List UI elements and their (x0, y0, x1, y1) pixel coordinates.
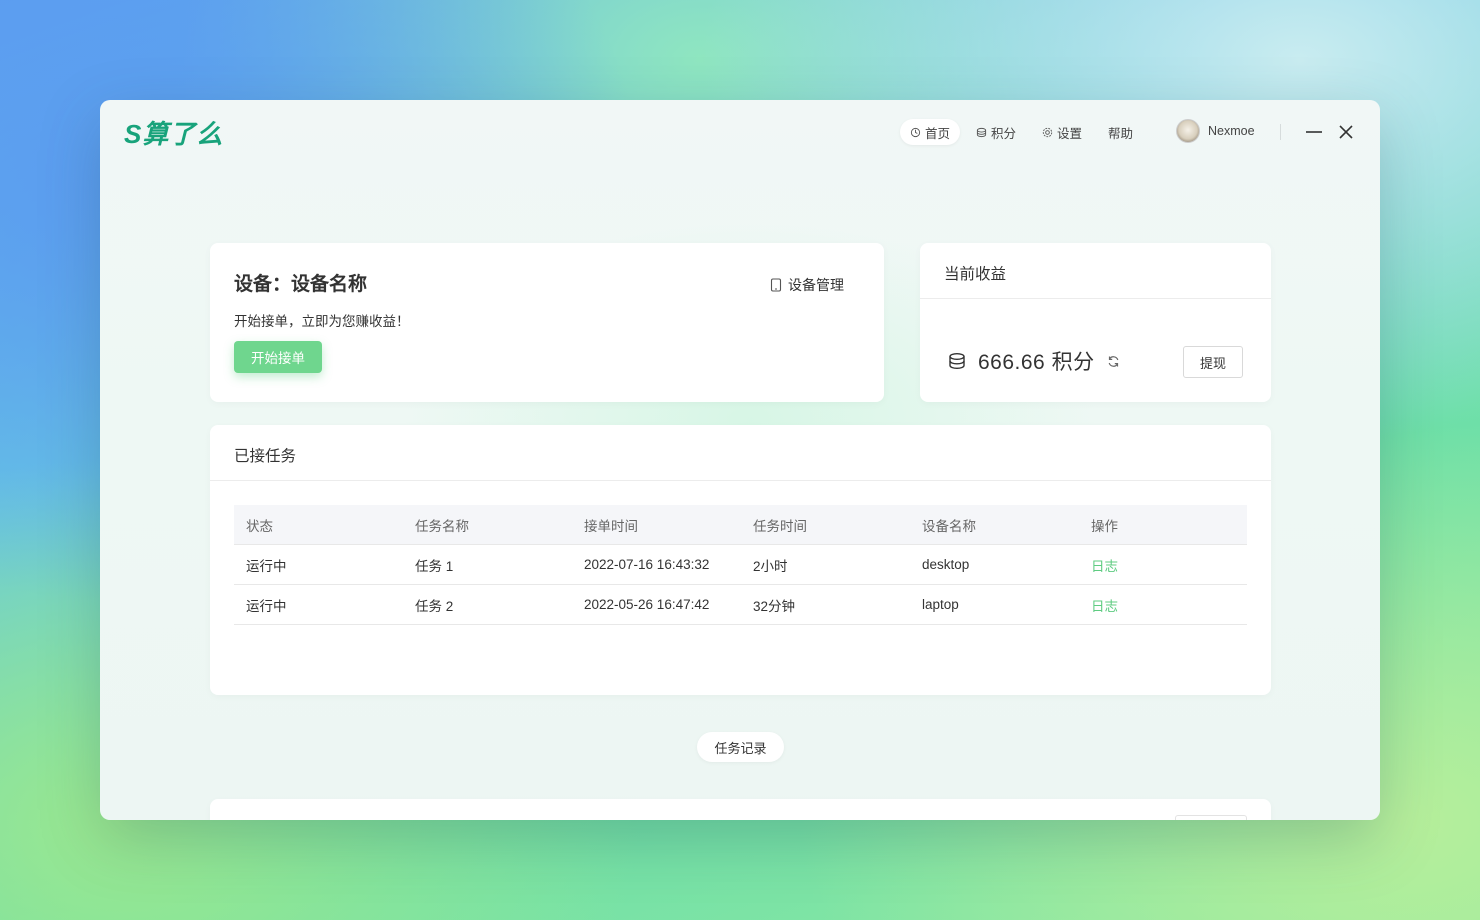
gear-icon (1042, 127, 1053, 137)
cell-device: laptop (910, 584, 1079, 625)
cell-action: 日志 (1079, 584, 1247, 625)
cell-action: 日志 (1079, 544, 1247, 585)
device-subtitle: 开始接单，立即为您赚收益！ (234, 314, 410, 329)
task-history-button[interactable]: 任务记录 (697, 732, 784, 762)
cell-task-name: 任务 1 (403, 544, 572, 585)
logo-text: S算了么 (124, 118, 224, 149)
home-icon (910, 127, 921, 137)
user-name: Nexmoe (1208, 124, 1255, 138)
earnings-card-header: 当前收益 (920, 243, 1271, 299)
device-manage-label: 设备管理 (788, 277, 844, 293)
app-logo[interactable]: S算了么 (124, 116, 224, 149)
cell-duration: 32分钟 (741, 584, 910, 625)
column-header-duration: 任务时间 (741, 505, 910, 545)
nav-item-home[interactable]: 首页 (900, 119, 961, 145)
cell-accepted-at: 2022-07-16 16:43:32 (572, 544, 741, 585)
nav-item-help[interactable]: 帮助 (1098, 119, 1143, 145)
minimize-icon[interactable] (1304, 122, 1324, 142)
column-header-action: 操作 (1079, 505, 1247, 545)
cell-status: 运行中 (234, 544, 403, 585)
tasks-card-header: 已接任务 (210, 425, 1271, 481)
table-header-row: 状态 任务名称 接单时间 任务时间 设备名称 操作 (234, 505, 1247, 545)
log-link[interactable]: 日志 (1091, 599, 1118, 614)
cell-task-name: 任务 2 (403, 584, 572, 625)
device-card: 设备：设备名称 设备管理 开始接单，立即为您赚收益！ 开始接单 (210, 243, 884, 402)
nav-label-help: 帮助 (1108, 126, 1134, 141)
header-divider (1280, 124, 1281, 140)
nav-label-home: 首页 (925, 126, 951, 141)
earnings-value: 666.66 积分 (978, 351, 1095, 374)
refresh-icon[interactable] (1107, 355, 1120, 368)
tasks-title: 已接任务 (234, 448, 297, 465)
start-order-button[interactable]: 开始接单 (234, 341, 322, 373)
partial-button[interactable] (1175, 815, 1247, 820)
column-header-task-name: 任务名称 (403, 505, 572, 545)
coins-icon (949, 353, 965, 370)
close-icon[interactable] (1336, 122, 1356, 142)
cell-device: desktop (910, 544, 1079, 585)
earnings-title: 当前收益 (944, 266, 1007, 283)
log-link[interactable]: 日志 (1091, 559, 1118, 574)
nav-label-settings: 设置 (1057, 126, 1083, 141)
device-manage-button[interactable]: 设备管理 (770, 275, 844, 295)
user-menu[interactable]: Nexmoe (1176, 119, 1255, 143)
next-card-partial (210, 799, 1271, 820)
earnings-card: 当前收益 666.66 积分 提现 (920, 243, 1271, 402)
cell-duration: 2小时 (741, 544, 910, 585)
table-row: 运行中 任务 2 2022-05-26 16:47:42 32分钟 laptop… (234, 584, 1247, 625)
tasks-table: 状态 任务名称 接单时间 任务时间 设备名称 操作 运行中 任务 1 2022-… (234, 505, 1247, 625)
coins-icon (976, 127, 987, 137)
app-window: S算了么 首页 积分 设置 帮助 Nexmoe 设备：设备名称 设备管理 开始接… (100, 100, 1380, 820)
top-nav: 首页 积分 设置 帮助 (900, 119, 1143, 145)
nav-item-points[interactable]: 积分 (966, 119, 1026, 145)
device-title: 设备：设备名称 (234, 274, 368, 295)
table-row: 运行中 任务 1 2022-07-16 16:43:32 2小时 desktop… (234, 544, 1247, 585)
tablet-icon (770, 278, 782, 292)
nav-item-settings[interactable]: 设置 (1032, 119, 1092, 145)
earnings-row: 666.66 积分 (948, 346, 1120, 376)
column-header-device: 设备名称 (910, 505, 1079, 545)
cell-accepted-at: 2022-05-26 16:47:42 (572, 584, 741, 625)
column-header-accepted-at: 接单时间 (572, 505, 741, 545)
withdraw-button[interactable]: 提现 (1183, 346, 1243, 378)
avatar[interactable] (1176, 119, 1200, 143)
tasks-card: 已接任务 状态 任务名称 接单时间 任务时间 设备名称 操作 运行中 任务 1 … (210, 425, 1271, 695)
nav-label-points: 积分 (991, 126, 1017, 141)
cell-status: 运行中 (234, 584, 403, 625)
column-header-status: 状态 (234, 505, 403, 545)
